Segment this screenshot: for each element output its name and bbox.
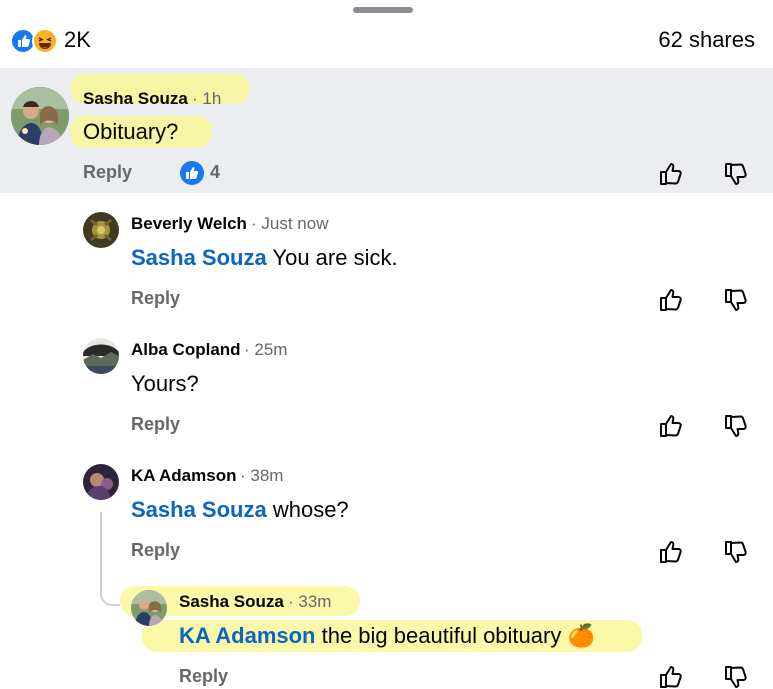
comment-text: Sasha Souza whose?: [131, 497, 349, 523]
mention-link[interactable]: KA Adamson: [179, 623, 316, 648]
reply-button[interactable]: Reply: [179, 666, 228, 687]
shares-count[interactable]: 62 shares: [658, 27, 755, 53]
thumbs-down-icon[interactable]: [723, 664, 749, 689]
like-icon[interactable]: [180, 161, 204, 185]
comment-author[interactable]: Sasha Souza: [179, 592, 284, 612]
reply-button[interactable]: Reply: [83, 162, 132, 183]
comment-reaction-count[interactable]: 4: [210, 162, 220, 183]
thumbs-down-icon[interactable]: [723, 413, 749, 439]
sheet-drag-handle[interactable]: [353, 7, 413, 13]
comment-author[interactable]: Beverly Welch: [131, 214, 247, 234]
comment-time[interactable]: · 33m: [288, 592, 331, 612]
comment-time[interactable]: · 25m: [244, 340, 287, 360]
thumbs-down-icon[interactable]: [723, 161, 749, 187]
comment-author[interactable]: Alba Copland: [131, 340, 241, 360]
thumbs-up-icon[interactable]: [658, 287, 684, 313]
avatar[interactable]: [11, 87, 69, 145]
comment-text: Yours?: [131, 371, 199, 396]
reaction-summary-bar: 2K 62 shares: [0, 22, 773, 62]
comment-author[interactable]: Sasha Souza: [83, 89, 188, 109]
thumbs-up-icon[interactable]: [658, 161, 684, 187]
avatar[interactable]: [83, 212, 119, 248]
reply-button[interactable]: Reply: [131, 288, 180, 309]
comment-text: Sasha Souza You are sick.: [131, 245, 398, 271]
reply-button[interactable]: Reply: [131, 540, 180, 561]
thumbs-down-icon[interactable]: [723, 287, 749, 313]
reaction-count[interactable]: 2K: [64, 27, 91, 53]
thread-connector-line: [100, 512, 120, 606]
comment-text: Obituary?: [83, 119, 179, 144]
avatar[interactable]: [131, 590, 167, 626]
comment-time[interactable]: · Just now: [251, 214, 328, 234]
comment-text: KA Adamson the big beautiful obituary 🍊: [179, 623, 595, 649]
thumbs-down-icon[interactable]: [723, 539, 749, 565]
comment-body: the big beautiful obituary: [315, 623, 562, 648]
reaction-icons[interactable]: [10, 28, 60, 54]
avatar[interactable]: [83, 338, 119, 374]
comment-time[interactable]: · 1h: [192, 89, 221, 109]
avatar[interactable]: [83, 464, 119, 500]
thumbs-up-icon[interactable]: [658, 413, 684, 439]
mention-link[interactable]: Sasha Souza: [131, 245, 267, 270]
mention-link[interactable]: Sasha Souza: [131, 497, 267, 522]
comment-body: You are sick.: [266, 245, 398, 270]
orange-emoji-icon: 🍊: [567, 623, 595, 648]
thumbs-up-icon[interactable]: [658, 664, 684, 689]
reply-button[interactable]: Reply: [131, 414, 180, 435]
haha-icon: [32, 28, 58, 54]
comment-author[interactable]: KA Adamson: [131, 466, 236, 486]
comment-body: whose?: [266, 497, 349, 522]
thumbs-up-icon[interactable]: [658, 539, 684, 565]
comment-time[interactable]: · 38m: [240, 466, 283, 486]
